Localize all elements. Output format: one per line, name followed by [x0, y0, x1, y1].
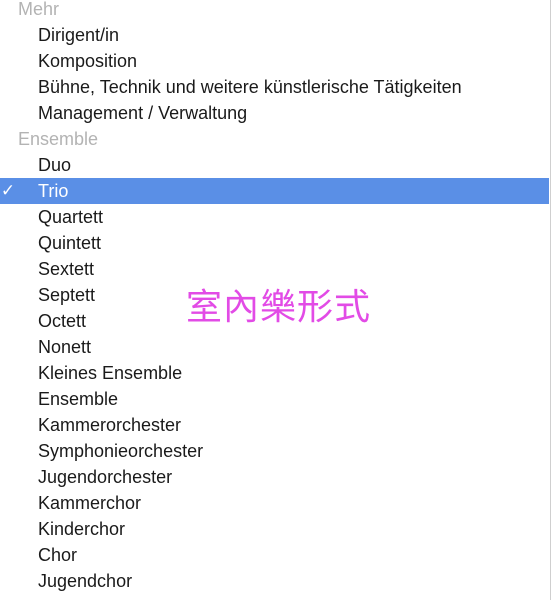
menu-item-trio[interactable]: ✓ Trio: [0, 178, 549, 204]
menu-item-kammerchor[interactable]: Kammerchor: [0, 490, 549, 516]
section-header-mehr: Mehr: [18, 0, 60, 19]
menu-item-symphonieorchester[interactable]: Symphonieorchester: [0, 438, 549, 464]
menu-item-buehne-technik[interactable]: Bühne, Technik und weitere künstlerische…: [0, 74, 549, 100]
menu-item-septett[interactable]: Septett: [0, 282, 549, 308]
menu-item-quartett[interactable]: Quartett: [0, 204, 549, 230]
dropdown-menu: Mehr Dirigent/in Komposition Bühne, Tech…: [0, 0, 551, 600]
menu-item-octett[interactable]: Octett: [0, 308, 549, 334]
section-header-ensemble: Ensemble: [18, 129, 99, 149]
menu-item-nonett[interactable]: Nonett: [0, 334, 549, 360]
menu-item-kammerorchester[interactable]: Kammerorchester: [0, 412, 549, 438]
menu-item-ensemble[interactable]: Ensemble: [0, 386, 549, 412]
menu-item-duo[interactable]: Duo: [0, 152, 549, 178]
menu-item-kleines-ensemble[interactable]: Kleines Ensemble: [0, 360, 549, 386]
checkmark-icon: ✓: [0, 181, 16, 201]
menu-item-jugendchor[interactable]: Jugendchor: [0, 568, 549, 594]
menu-item-kinderchor[interactable]: Kinderchor: [0, 516, 549, 542]
menu-item-dirigent[interactable]: Dirigent/in: [0, 22, 549, 48]
menu-list: Mehr Dirigent/in Komposition Bühne, Tech…: [0, 0, 549, 594]
menu-item-label: Trio: [38, 181, 69, 201]
menu-item-sextett[interactable]: Sextett: [0, 256, 549, 282]
menu-item-jugendorchester[interactable]: Jugendorchester: [0, 464, 549, 490]
menu-item-quintett[interactable]: Quintett: [0, 230, 549, 256]
menu-item-chor[interactable]: Chor: [0, 542, 549, 568]
menu-item-management[interactable]: Management / Verwaltung: [0, 100, 549, 126]
menu-item-komposition[interactable]: Komposition: [0, 48, 549, 74]
